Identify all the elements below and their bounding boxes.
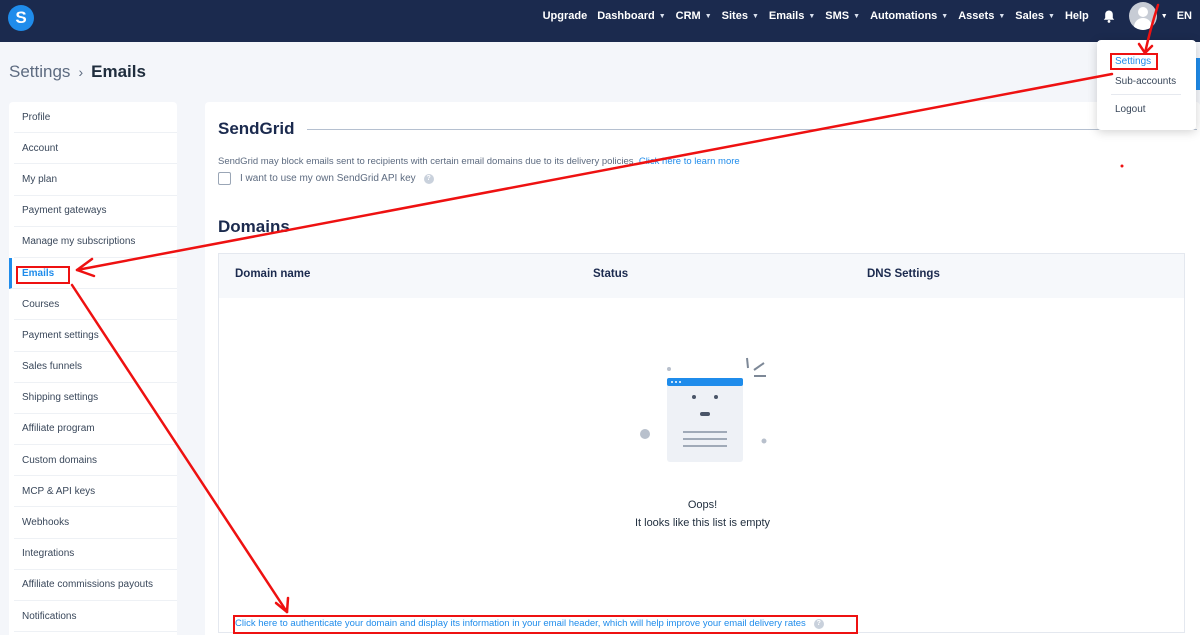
avatar[interactable]: [1128, 2, 1157, 30]
empty-list-illustration: [640, 357, 767, 462]
nav-automations[interactable]: Automations ▼: [870, 10, 948, 22]
chevron-down-icon[interactable]: ▼: [1161, 13, 1168, 20]
breadcrumb: Settings › Emails: [9, 62, 146, 82]
chevron-down-icon: ▼: [941, 12, 949, 20]
domains-section-title: Domains: [218, 217, 290, 236]
menu-item-logout[interactable]: Logout: [1115, 104, 1146, 115]
nav-assets[interactable]: Assets ▼: [958, 10, 1005, 22]
sidebar-item-affiliate-program[interactable]: Affiliate program: [14, 414, 177, 446]
emails-settings-panel: SendGrid SendGrid may block emails sent …: [205, 102, 1200, 635]
column-header-domain-name: Domain name: [235, 268, 311, 280]
sidebar-item-profile[interactable]: Profile: [14, 102, 177, 134]
column-header-status: Status: [593, 268, 629, 280]
nav-dashboard[interactable]: Dashboard ▼: [597, 10, 665, 22]
chevron-down-icon: ▼: [1048, 12, 1055, 20]
sidebar-item-manage-subscriptions[interactable]: Manage my subscriptions: [14, 227, 177, 258]
empty-state-message: It looks like this list is empty: [634, 517, 771, 529]
sidebar-item-payment-gateways[interactable]: Payment gateways: [14, 196, 177, 227]
language-selector[interactable]: EN: [1177, 10, 1192, 22]
bell-icon[interactable]: [1103, 10, 1115, 23]
sidebar-item-affiliate-commissions-payouts[interactable]: Affiliate commissions payouts: [14, 570, 177, 601]
sidebar-item-notifications[interactable]: Notifications: [14, 601, 177, 633]
chevron-down-icon: ▼: [998, 12, 1006, 20]
annotation-box-auth-link: [233, 615, 858, 634]
settings-sidebar: Profile Account My plan Payment gateways…: [9, 102, 177, 635]
breadcrumb-settings[interactable]: Settings: [9, 62, 70, 82]
annotation-box-settings: [1110, 53, 1158, 70]
nav-crm[interactable]: CRM ▼: [676, 10, 712, 22]
empty-state-title: Oops!: [687, 499, 718, 511]
sidebar-item-webhooks[interactable]: Webhooks: [14, 507, 177, 539]
domains-table: Domain name Status DNS Settings Oops! It…: [218, 253, 1185, 633]
chevron-down-icon: ▼: [704, 12, 712, 20]
sidebar-item-integrations[interactable]: Integrations: [14, 539, 177, 570]
chevron-down-icon: ▼: [751, 12, 759, 20]
sidebar-item-custom-domains[interactable]: Custom domains: [14, 445, 177, 477]
menu-item-sub-accounts[interactable]: Sub-accounts: [1115, 76, 1176, 87]
sendgrid-description: SendGrid may block emails sent to recipi…: [218, 156, 740, 167]
sendgrid-section-title: SendGrid: [218, 119, 295, 138]
page-title: Emails: [91, 62, 146, 81]
sidebar-item-account[interactable]: Account: [14, 133, 177, 165]
own-api-key-option: I want to use my own SendGrid API key ?: [218, 172, 434, 185]
learn-more-link[interactable]: Click here to learn more: [639, 156, 740, 167]
chevron-down-icon: ▼: [853, 12, 861, 20]
annotation-box-emails: [16, 266, 70, 284]
chevron-down-icon: ▼: [808, 12, 816, 20]
own-api-key-checkbox[interactable]: [218, 172, 231, 185]
sidebar-item-my-plan[interactable]: My plan: [14, 164, 177, 196]
sidebar-item-sales-funnels[interactable]: Sales funnels: [14, 352, 177, 383]
sidebar-item-payment-settings[interactable]: Payment settings: [14, 320, 177, 352]
chevron-down-icon: ▼: [658, 12, 666, 20]
nav-sms[interactable]: SMS ▼: [825, 10, 860, 22]
section-divider: [307, 129, 1197, 130]
nav-upgrade[interactable]: Upgrade: [543, 10, 588, 22]
chevron-right-icon: ›: [78, 64, 84, 80]
menu-divider: [1111, 94, 1181, 95]
table-header: Domain name Status DNS Settings: [219, 254, 1184, 298]
nav-sites[interactable]: Sites ▼: [722, 10, 759, 22]
nav-emails[interactable]: Emails ▼: [769, 10, 815, 22]
main-nav: Upgrade Dashboard ▼ CRM ▼ Sites ▼ Emails ▼ S…: [533, 0, 1192, 32]
top-navigation-bar: S Upgrade Dashboard ▼ CRM ▼ Sites ▼ Emails ▼…: [0, 0, 1200, 42]
help-icon[interactable]: ?: [423, 173, 434, 184]
sidebar-item-courses[interactable]: Courses: [14, 289, 177, 321]
app-logo[interactable]: S: [8, 5, 34, 31]
own-api-key-label[interactable]: I want to use my own SendGrid API key: [240, 173, 416, 184]
sidebar-item-mcp-api-keys[interactable]: MCP & API keys: [14, 476, 177, 508]
sidebar-item-shipping-settings[interactable]: Shipping settings: [14, 383, 177, 414]
column-header-dns-settings: DNS Settings: [867, 268, 940, 280]
nav-help[interactable]: Help: [1065, 10, 1089, 22]
nav-sales[interactable]: Sales ▼: [1015, 10, 1055, 22]
